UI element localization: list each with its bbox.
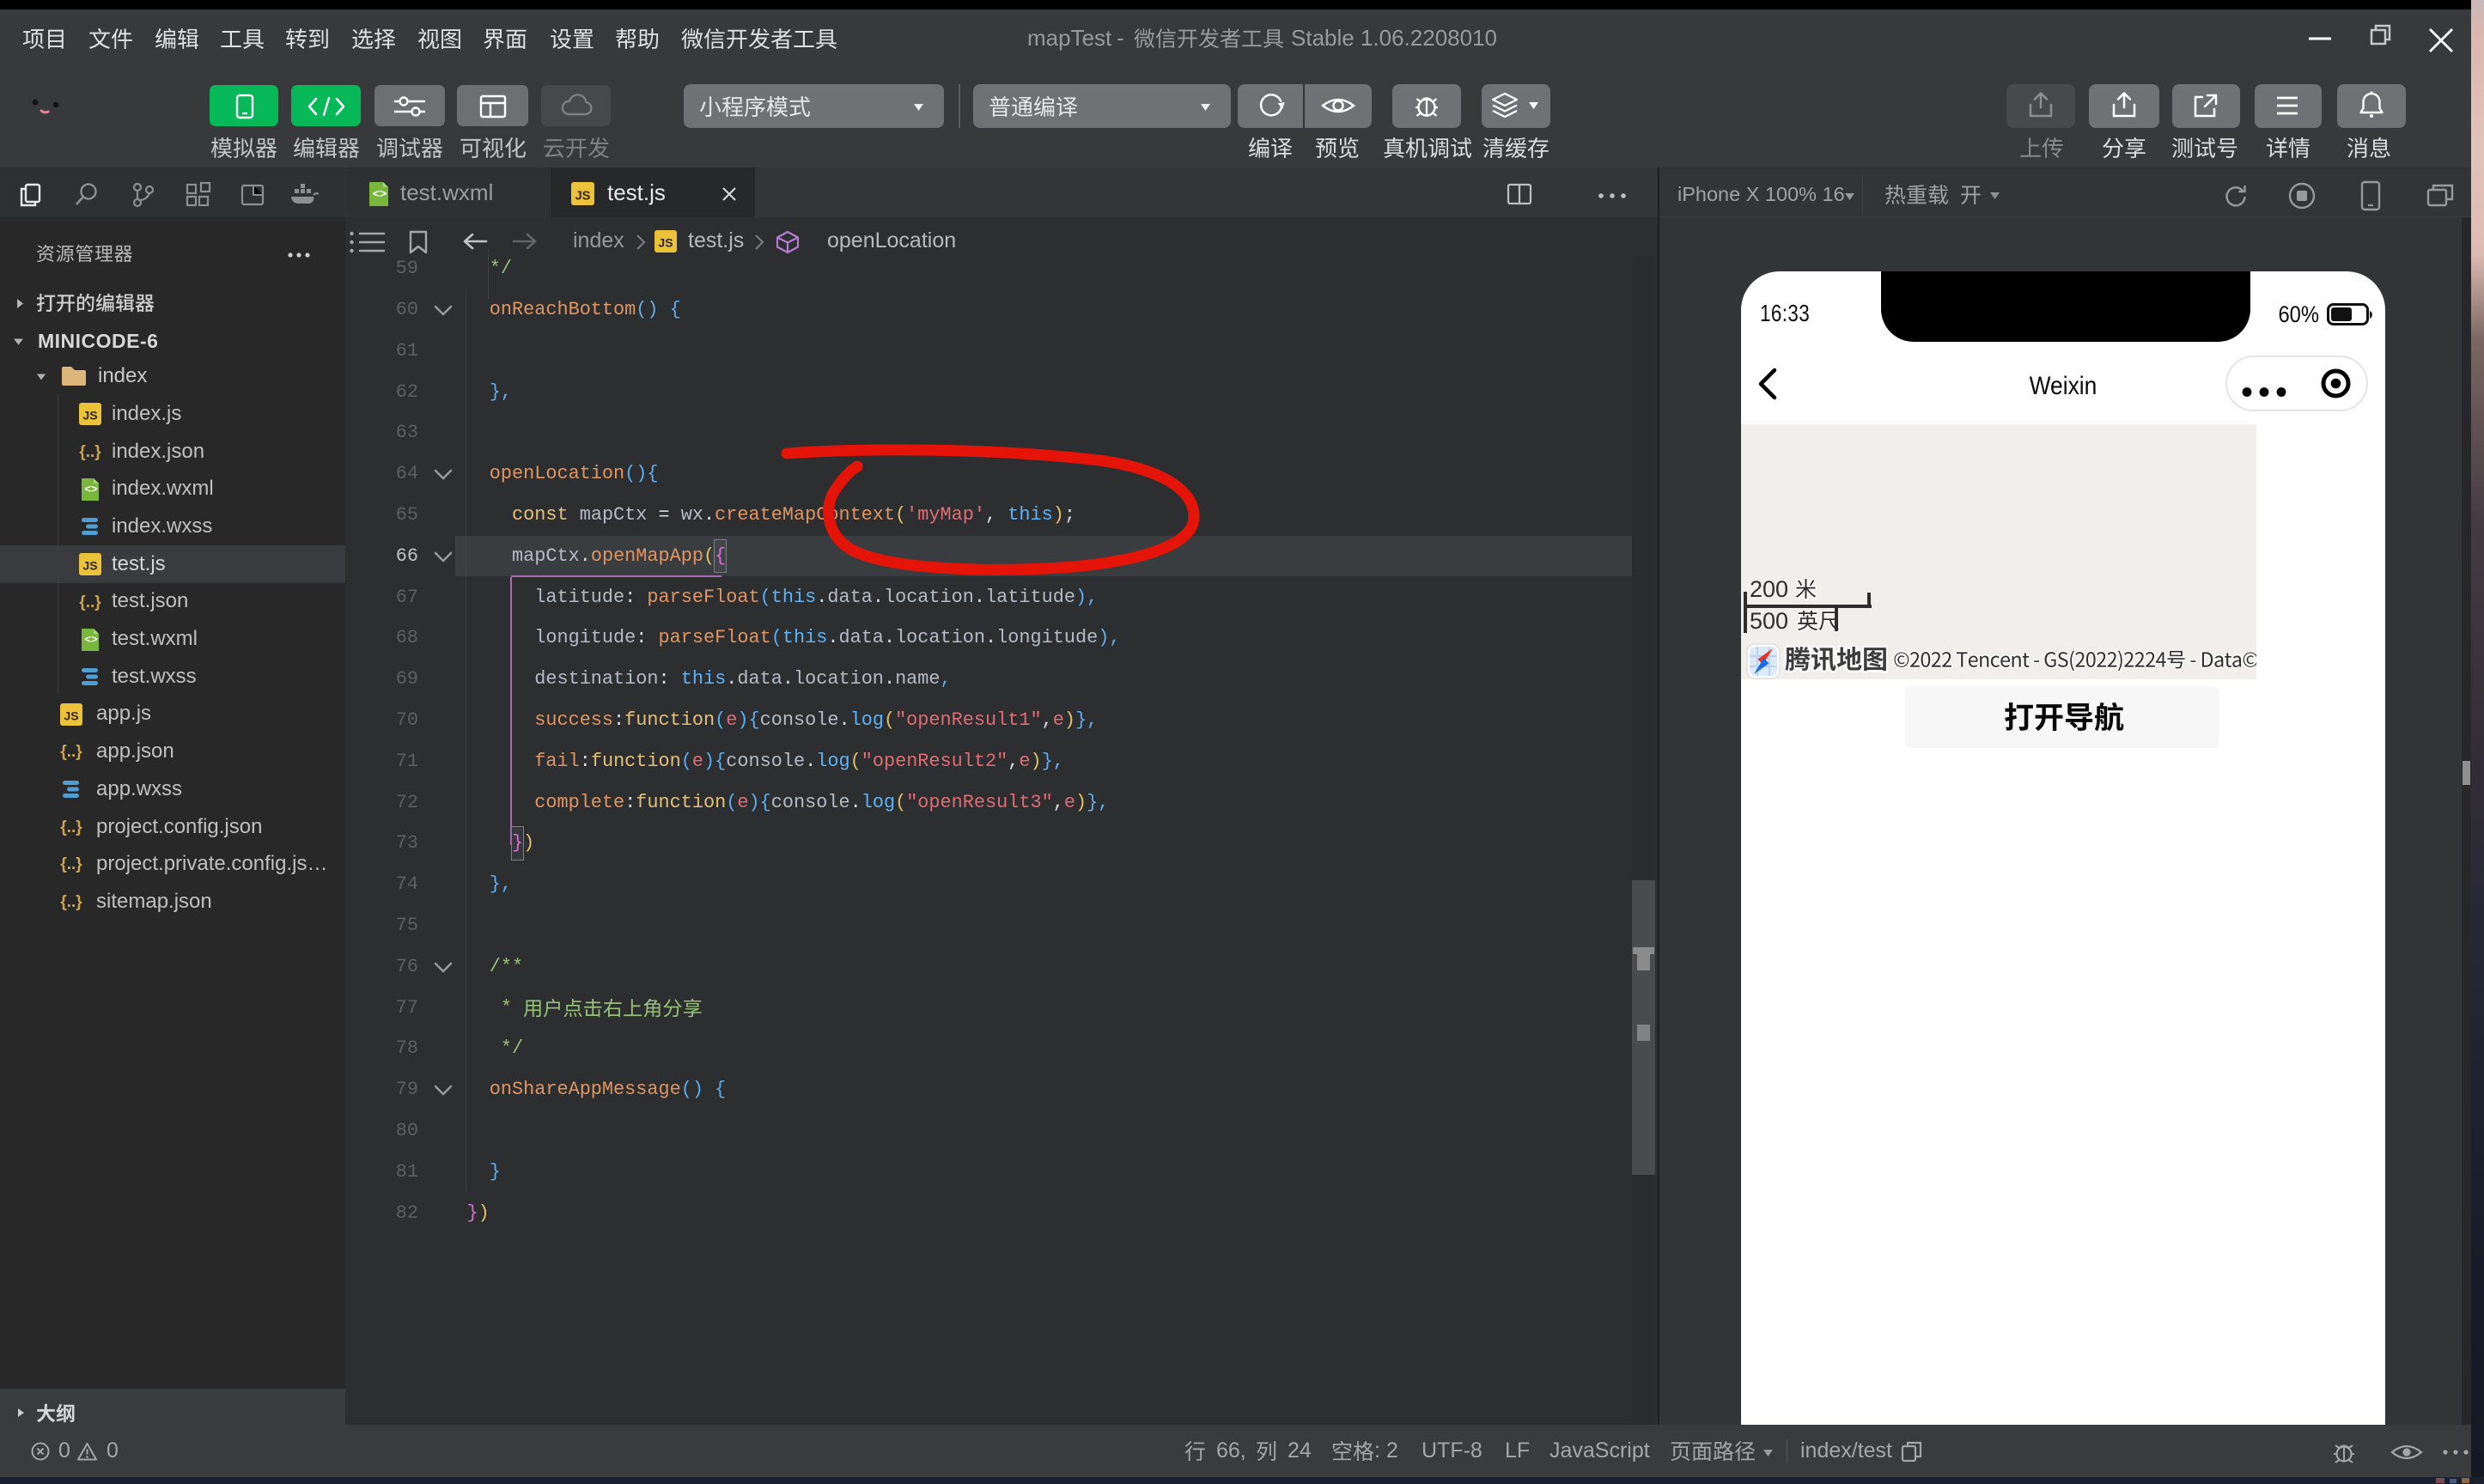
svg-text:JS: JS	[658, 236, 673, 250]
svg-text:JS: JS	[64, 709, 78, 722]
svg-text:<>: <>	[373, 186, 387, 200]
svg-text:{..}: {..}	[79, 443, 101, 461]
svg-text:{..}: {..}	[60, 855, 82, 873]
svg-text:{..}: {..}	[60, 893, 82, 911]
svg-text:<>: <>	[84, 633, 98, 646]
svg-text:{..}: {..}	[60, 743, 82, 761]
svg-text:JS: JS	[82, 409, 97, 423]
svg-text:{..}: {..}	[79, 593, 101, 611]
svg-text:JS: JS	[575, 189, 591, 203]
svg-text:{..}: {..}	[60, 818, 82, 836]
svg-text:JS: JS	[82, 558, 97, 572]
svg-text:<>: <>	[84, 483, 98, 496]
